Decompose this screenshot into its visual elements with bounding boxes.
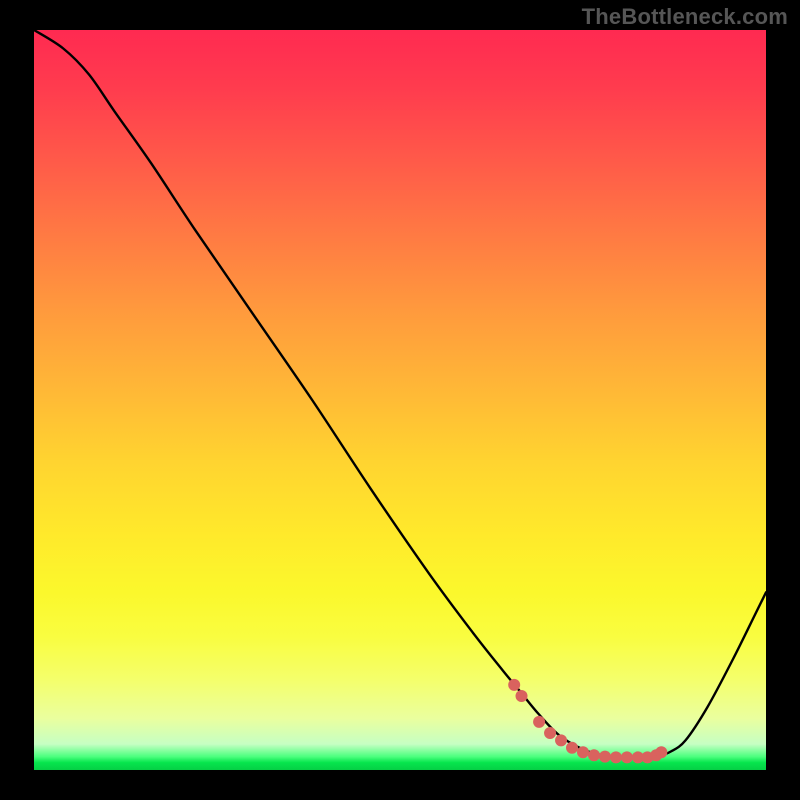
curve-dot xyxy=(566,742,578,754)
chart-container: TheBottleneck.com xyxy=(0,0,800,800)
curve-dot xyxy=(544,727,556,739)
curve-dot xyxy=(610,751,622,763)
plot-area xyxy=(34,30,766,770)
curve-dots xyxy=(508,679,667,764)
curve-dot xyxy=(533,716,545,728)
curve-svg xyxy=(34,30,766,770)
curve-dot xyxy=(655,746,667,758)
curve-dot xyxy=(555,734,567,746)
curve-dot xyxy=(508,679,520,691)
curve-dot xyxy=(621,751,633,763)
curve-dot xyxy=(516,690,528,702)
curve-dot xyxy=(588,749,600,761)
bottleneck-curve xyxy=(34,30,766,758)
curve-dot xyxy=(577,746,589,758)
watermark-text: TheBottleneck.com xyxy=(582,4,788,30)
curve-dot xyxy=(599,751,611,763)
